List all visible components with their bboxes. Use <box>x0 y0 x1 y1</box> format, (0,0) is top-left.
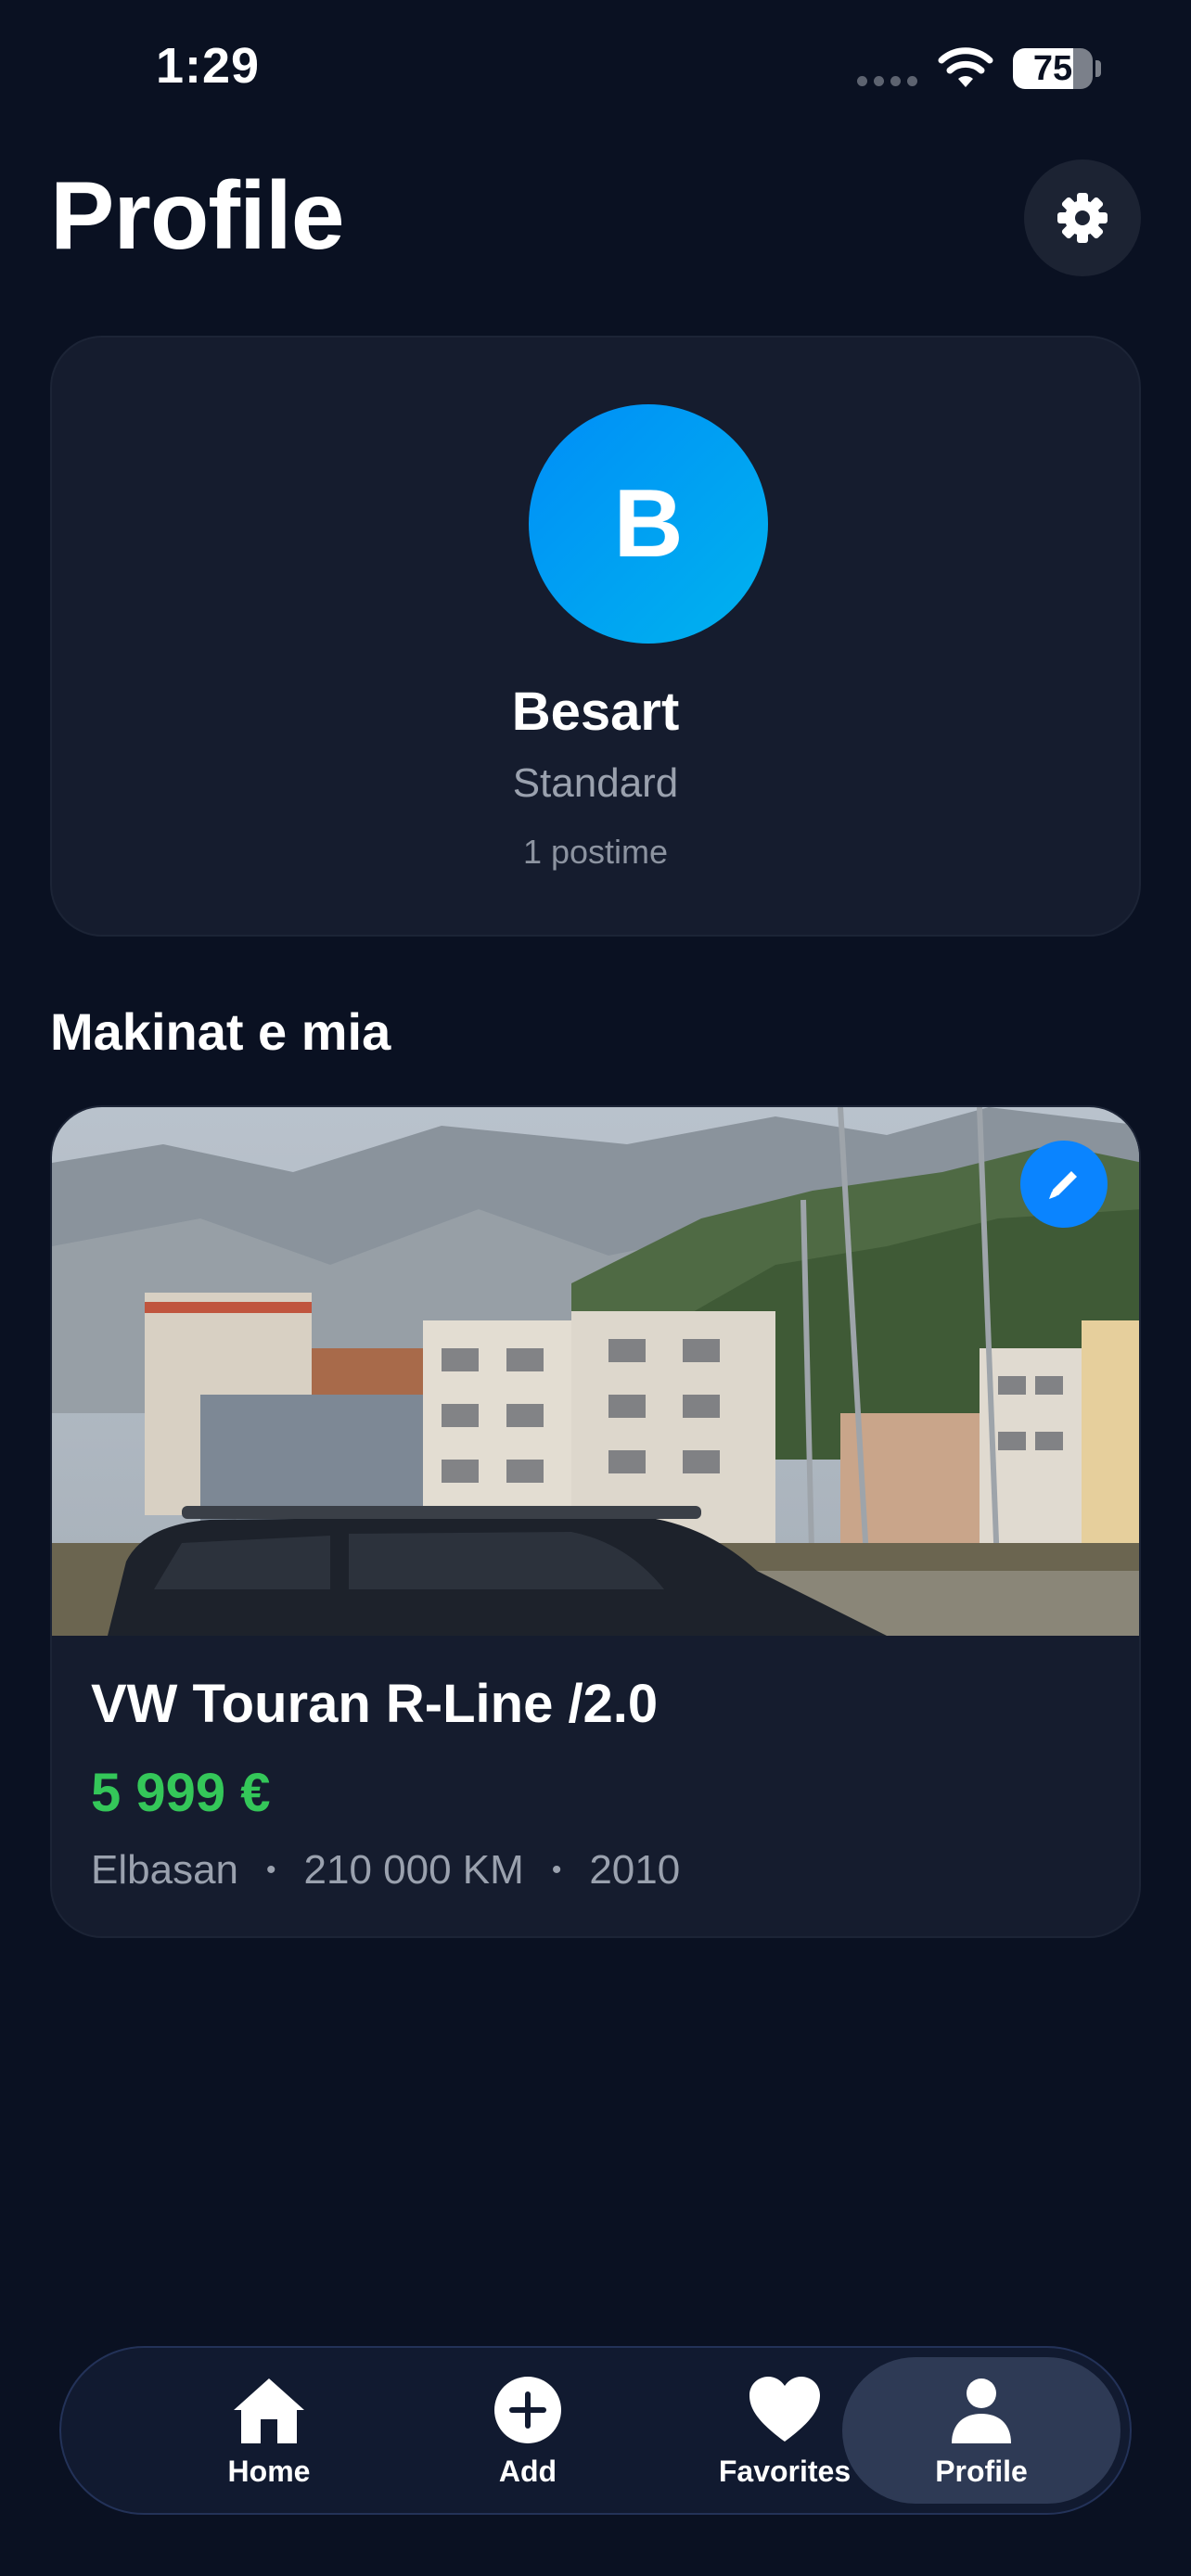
tab-home[interactable]: Home <box>130 2357 408 2504</box>
cellular-signal-icon <box>857 76 917 86</box>
house-icon <box>234 2378 304 2443</box>
wifi-icon <box>938 47 993 87</box>
battery-percent: 75 <box>1032 49 1073 88</box>
profile-card: B Besart Standard 1 postime <box>50 336 1141 937</box>
tab-home-label: Home <box>227 2454 311 2488</box>
battery-tip <box>1095 60 1101 77</box>
status-time: 1:29 <box>156 38 261 94</box>
pencil-icon <box>1049 1171 1077 1199</box>
listing-card[interactable]: VW Touran R-Line /2.0 5 999 € Elbasan • … <box>50 1105 1141 1938</box>
meta-separator: • <box>266 1855 276 1885</box>
listing-mileage: 210 000 KM <box>303 1847 524 1893</box>
car-photo <box>52 1107 1139 1636</box>
tab-bar: Home Add Favorites Profile <box>59 2346 1132 2515</box>
user-tier: Standard <box>512 760 679 806</box>
page-title: Profile <box>50 162 345 270</box>
tab-favorites-label: Favorites <box>718 2454 852 2488</box>
listing-price: 5 999 € <box>91 1763 271 1823</box>
listing-title: VW Touran R-Line /2.0 <box>91 1674 659 1734</box>
gear-icon <box>1057 193 1108 243</box>
heart-icon <box>749 2376 820 2442</box>
listing-year: 2010 <box>589 1847 681 1893</box>
plus-circle-icon <box>494 2376 561 2443</box>
person-icon <box>952 2378 1011 2443</box>
tab-profile[interactable]: Profile <box>842 2357 1121 2504</box>
user-post-count: 1 postime <box>522 833 669 871</box>
listing-location: Elbasan <box>91 1847 239 1893</box>
battery-indicator: 75 <box>1013 48 1093 89</box>
settings-button[interactable] <box>1024 159 1141 276</box>
edit-listing-button[interactable] <box>1020 1141 1108 1228</box>
listing-meta: Elbasan • 210 000 KM • 2010 <box>91 1847 680 1894</box>
tab-add-label: Add <box>498 2454 557 2488</box>
tab-profile-label: Profile <box>935 2454 1028 2488</box>
tab-add[interactable]: Add <box>389 2357 667 2504</box>
user-name: Besart <box>511 682 680 742</box>
meta-separator: • <box>551 1855 562 1885</box>
section-title: Makinat e mia <box>50 1002 391 1061</box>
avatar[interactable]: B <box>529 404 768 644</box>
